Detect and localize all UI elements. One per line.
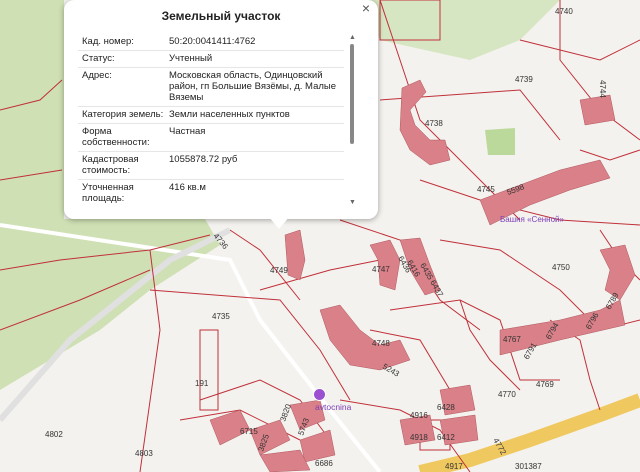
parcel-label: 4735 — [212, 312, 230, 321]
row-key: Категория земель: — [82, 109, 164, 120]
row-key: Форма собственности: — [82, 126, 150, 148]
row-value: Учтенный — [169, 53, 213, 64]
parcel-label: 6715 — [240, 427, 258, 436]
row-value: 416 кв.м — [169, 182, 206, 193]
parcel-label: 6428 — [437, 403, 455, 412]
parcel-label: 4738 — [425, 119, 443, 128]
info-row: Кадастровая стоимость: 1055878.72 руб — [78, 152, 344, 180]
parcel-label: 4740 — [555, 7, 573, 16]
scroll-up-icon[interactable]: ▲ — [349, 34, 356, 41]
parcel-label: 4750 — [552, 263, 570, 272]
poi-labels: Башня «Сенной» — [500, 215, 565, 224]
row-key: Адрес: — [82, 70, 112, 81]
parcel-label: 301387 — [515, 462, 542, 471]
tower-label: Башня «Сенной» — [500, 215, 565, 224]
poi-pin[interactable] — [313, 388, 326, 401]
info-row: Статус: Учтенный — [78, 51, 344, 68]
row-key: Уточненная площадь: — [82, 182, 134, 204]
close-icon[interactable]: × — [362, 0, 370, 16]
popup-title: Земельный участок — [161, 9, 281, 23]
parcel-label: 4745 — [477, 185, 495, 194]
parcel-label: 4916 — [410, 411, 428, 420]
parcel-label: 4803 — [135, 449, 153, 458]
row-value: Частная — [169, 126, 206, 137]
info-row: Категория земель: Земли населенных пункто… — [78, 107, 344, 124]
popup-tail — [269, 217, 289, 229]
parcel-label: 4917 — [445, 462, 463, 471]
parcel-label: 4769 — [536, 380, 554, 389]
parcel-label: 4744 — [598, 80, 607, 98]
parcel-label: 4767 — [503, 335, 521, 344]
parcel-info-popup: Земельный участок × Кад. номер: 50:20:004… — [64, 0, 378, 229]
parcel-label: 5243 — [381, 362, 401, 379]
info-row: Адрес: Московская область, Одинцовский ра… — [78, 68, 344, 107]
parcel-label: 4747 — [372, 265, 390, 274]
row-value: Московская область, Одинцовский район, г… — [169, 70, 337, 103]
parcel-label: 191 — [195, 379, 209, 388]
green-patch — [485, 128, 515, 155]
scroll-down-icon[interactable]: ▼ — [349, 199, 356, 206]
info-row: Форма собственности: Частная — [78, 124, 344, 152]
info-row: Уточненная площадь: 416 кв.м — [78, 180, 344, 206]
popup-body: Кад. номер: 50:20:0041411:4762 Статус: Учт… — [78, 34, 344, 206]
row-key: Статус: — [82, 53, 115, 64]
parcel-label: 6686 — [315, 459, 333, 468]
parcel-label: 4918 — [410, 433, 428, 442]
parcel-label: 4802 — [45, 430, 63, 439]
parcel-label: 4770 — [498, 390, 516, 399]
row-value: 1055878.72 руб — [169, 154, 238, 165]
parcel-label: 4748 — [372, 339, 390, 348]
parcel-label: 4749 — [270, 266, 288, 275]
row-value: Земли населенных пунктов — [169, 109, 290, 120]
scroll-thumb[interactable] — [350, 44, 354, 144]
parcel-label: 4739 — [515, 75, 533, 84]
row-key: Кадастровая стоимость: — [82, 154, 139, 176]
row-value: 50:20:0041411:4762 — [169, 36, 256, 47]
poi-label[interactable]: avtocnina — [315, 402, 351, 412]
parcel-label: 3820 — [278, 402, 293, 422]
row-key: Кад. номер: — [82, 36, 134, 47]
parcel-label: 6412 — [437, 433, 455, 442]
popup-scrollbar[interactable]: ▲ ▼ — [348, 34, 356, 206]
info-row: Кад. номер: 50:20:0041411:4762 — [78, 34, 344, 51]
